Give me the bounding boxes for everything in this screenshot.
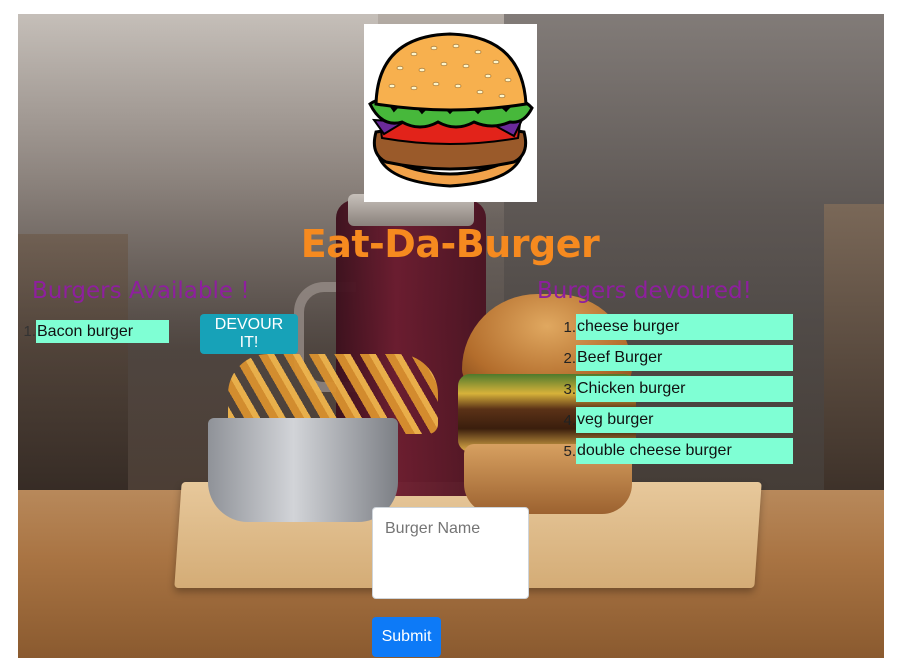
list-item: 2. Beef Burger	[556, 345, 793, 371]
devoured-heading: Burgers devoured!	[537, 278, 752, 304]
list-item-number: 3.	[563, 380, 576, 398]
burger-logo	[364, 24, 537, 202]
list-item-name: Bacon burger	[36, 320, 169, 343]
burger-name-input[interactable]	[372, 507, 529, 599]
list-item-number: 2.	[563, 349, 576, 367]
list-item: 5. double cheese burger	[556, 438, 793, 464]
list-item-name: Beef Burger	[576, 345, 793, 371]
list-item: 1. Bacon burger	[20, 320, 169, 343]
list-item-name: double cheese burger	[576, 438, 793, 464]
list-item-number: 1.	[563, 318, 576, 336]
page-title: Eat-Da-Burger	[300, 222, 600, 266]
submit-button[interactable]: Submit	[372, 617, 441, 657]
list-item-name: veg burger	[576, 407, 793, 433]
list-item-number: 5.	[563, 442, 576, 460]
list-item: 4. veg burger	[556, 407, 793, 433]
burger-icon	[368, 32, 534, 188]
devour-button[interactable]: DEVOUR IT!	[200, 314, 298, 354]
list-item: 3. Chicken burger	[556, 376, 793, 402]
list-item-name: cheese burger	[576, 314, 793, 340]
list-item-name: Chicken burger	[576, 376, 793, 402]
devoured-list: 1. cheese burger 2. Beef Burger 3. Chick…	[556, 314, 793, 469]
available-heading: Burgers Available !	[32, 278, 250, 304]
list-item-number: 4.	[563, 411, 576, 429]
list-item-number: 1.	[23, 323, 36, 340]
list-item: 1. cheese burger	[556, 314, 793, 340]
